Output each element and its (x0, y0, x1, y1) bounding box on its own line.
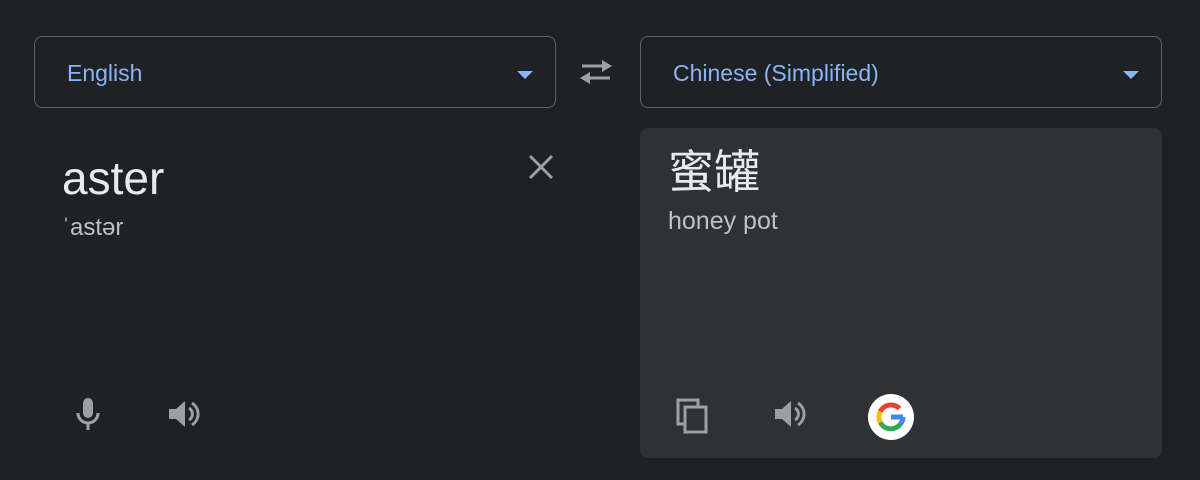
target-language-select[interactable]: Chinese (Simplified) (640, 36, 1162, 108)
speaker-icon (775, 401, 806, 427)
translated-text: 蜜罐 (668, 145, 760, 199)
copy-translation-button[interactable] (670, 394, 714, 438)
translation-romanization: honey pot (668, 207, 778, 235)
source-phonetic: ˈastər (62, 214, 124, 241)
google-g-icon (876, 402, 906, 432)
translate-widget: English Chinese (Simplified) aster ˈastə… (0, 0, 1200, 480)
swap-languages-button[interactable] (574, 52, 618, 92)
open-in-google-button[interactable] (868, 394, 914, 440)
chevron-down-icon (1123, 71, 1139, 79)
microphone-icon (76, 398, 100, 430)
source-language-label: English (67, 60, 143, 86)
close-icon (528, 154, 554, 180)
chevron-down-icon (517, 71, 533, 79)
translation-listen-button[interactable] (768, 392, 812, 436)
speaker-icon (169, 401, 200, 427)
swap-languages-icon (580, 60, 612, 84)
voice-input-button[interactable] (66, 392, 110, 436)
copy-icon (676, 398, 708, 434)
source-language-select[interactable]: English (34, 36, 556, 108)
translation-output-panel: 蜜罐 honey pot (640, 128, 1162, 458)
source-listen-button[interactable] (162, 392, 206, 436)
source-text[interactable]: aster (62, 150, 164, 206)
clear-text-button[interactable] (522, 148, 560, 186)
target-language-label: Chinese (Simplified) (673, 60, 879, 86)
